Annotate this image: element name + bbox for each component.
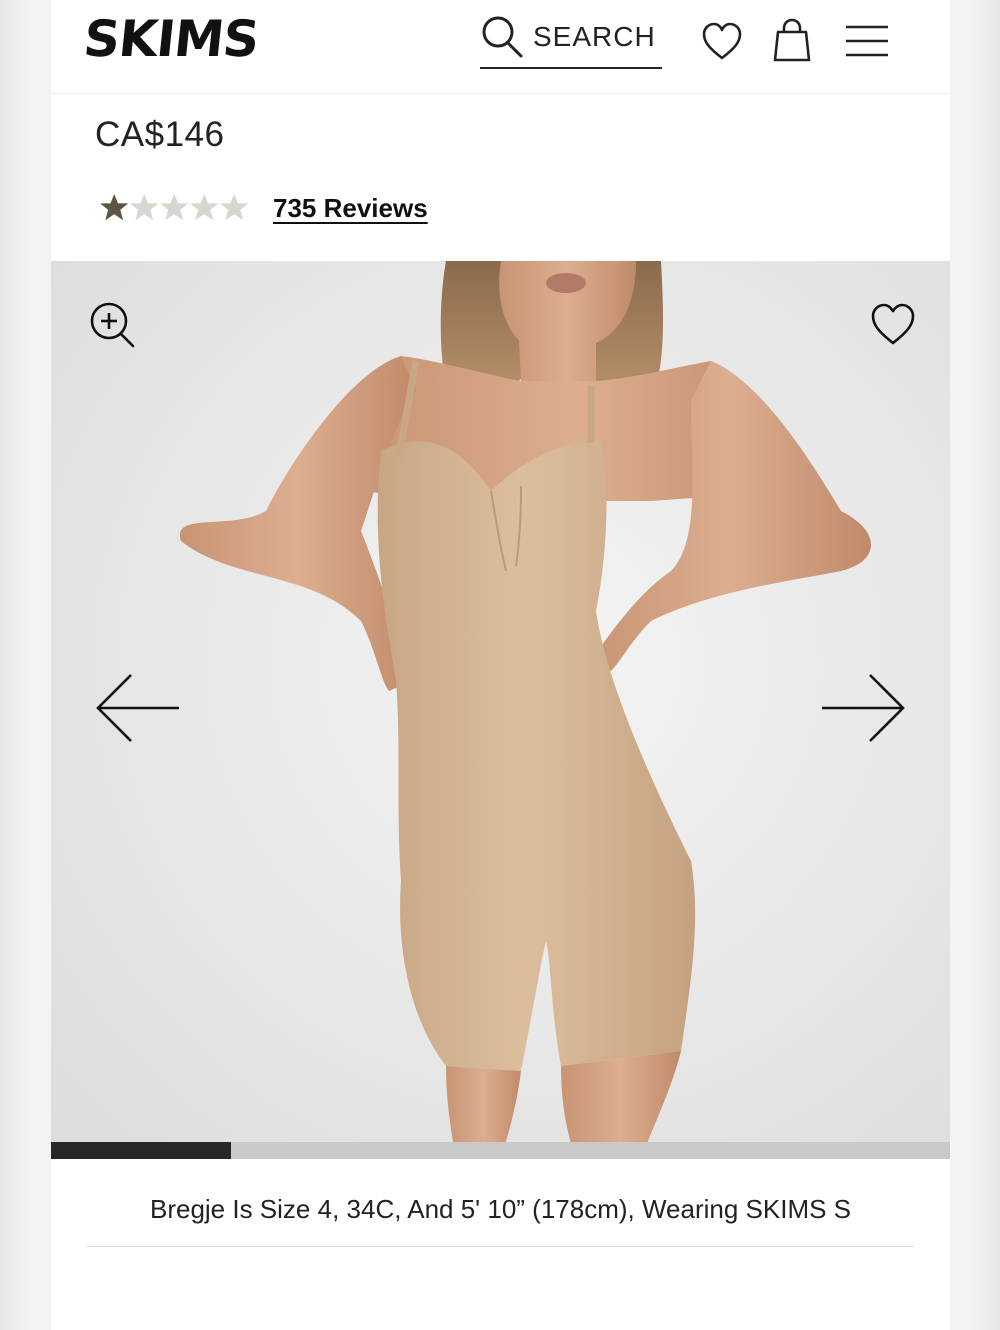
star-empty	[190, 193, 219, 221]
previous-arrow-icon[interactable]	[95, 672, 181, 744]
product-image-gallery[interactable]	[51, 261, 950, 1159]
next-arrow-icon[interactable]	[820, 672, 906, 744]
star-empty	[130, 193, 159, 221]
star-empty	[160, 193, 189, 221]
search-icon	[482, 16, 523, 58]
reviews-link[interactable]: 735 Reviews	[273, 193, 428, 224]
gallery-progress-bar	[51, 1142, 950, 1159]
model-photo	[179, 261, 871, 1159]
gallery-progress-fill	[51, 1142, 231, 1159]
heart-icon[interactable]	[701, 22, 743, 62]
wishlist-heart-icon[interactable]	[870, 303, 916, 347]
site-header: SKIMS SEARCH	[51, 0, 950, 94]
skims-logo[interactable]: SKIMS	[81, 10, 261, 68]
star-filled	[100, 193, 129, 221]
zoom-in-icon[interactable]	[89, 301, 137, 349]
menu-icon[interactable]	[845, 24, 889, 58]
divider	[87, 1246, 914, 1247]
model-size-caption: Bregje Is Size 4, 34C, And 5' 10” (178cm…	[149, 1194, 852, 1224]
product-page: SKIMS SEARCH CA$146 735 Reviews Bregje I…	[51, 0, 950, 1330]
star-empty	[220, 193, 249, 221]
star-rating	[100, 193, 249, 221]
product-price: CA$146	[95, 115, 225, 154]
search-label: SEARCH	[533, 21, 656, 52]
bag-icon[interactable]	[772, 18, 812, 62]
search-bar[interactable]: SEARCH	[480, 14, 662, 69]
